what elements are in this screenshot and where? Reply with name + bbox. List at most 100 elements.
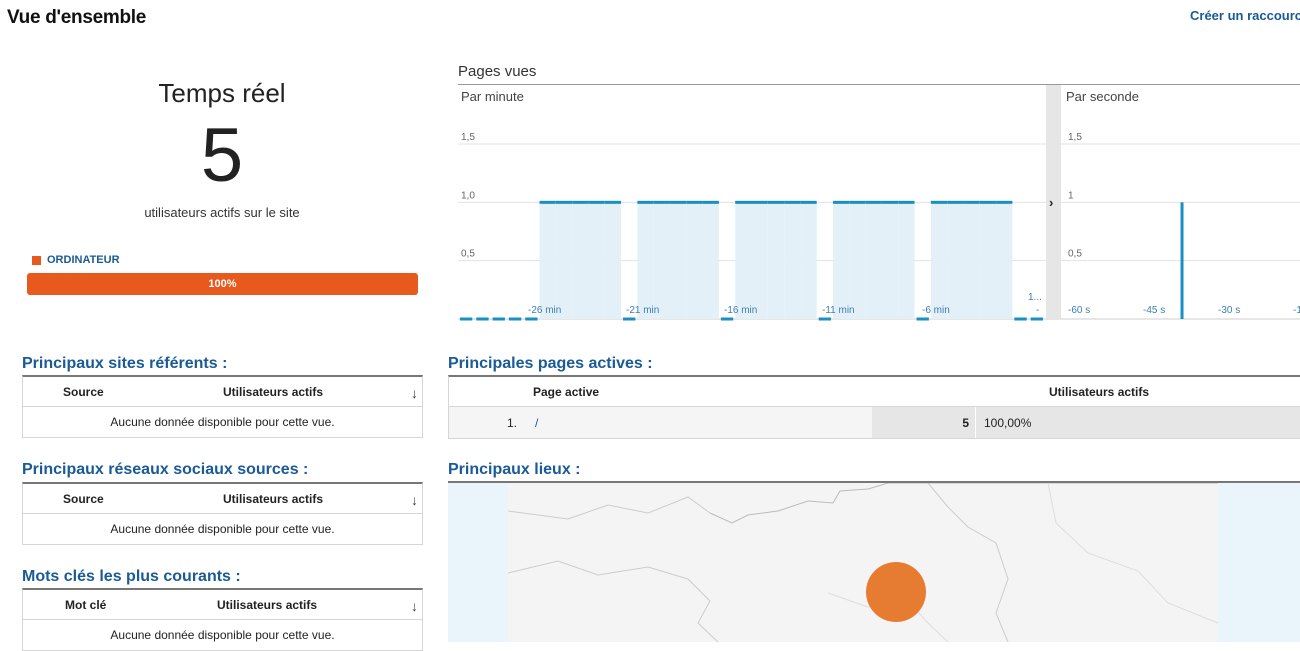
col-source[interactable]: Source [63, 385, 104, 399]
bar-fill [702, 202, 719, 319]
bar-fill [669, 202, 687, 319]
zero-bar [720, 317, 734, 321]
social-title: Principaux réseaux sociaux sources : [22, 461, 309, 478]
bar [849, 200, 866, 204]
bar [800, 200, 817, 204]
social-table: Source Utilisateurs actifs ↓ Aucune donn… [22, 482, 423, 545]
bar-fill [849, 202, 866, 319]
bar-fill [539, 202, 556, 319]
per-minute-label: Par minute [461, 89, 524, 104]
device-share-bar: 100% [27, 273, 418, 295]
expand-toggle[interactable]: › [1049, 195, 1053, 210]
x-tick-label: -60 s [1068, 305, 1090, 316]
active-pages-header: Page active Utilisateurs actifs [449, 377, 1300, 407]
chevron-right-icon: › [1049, 195, 1053, 210]
land-region [508, 483, 1218, 642]
per-second-label: Par seconde [1066, 89, 1139, 104]
active-users-caption: utilisateurs actifs sur le site [144, 205, 300, 220]
location-bubble[interactable] [866, 562, 926, 622]
cell-divider [975, 407, 976, 438]
bar [735, 200, 752, 204]
bar [767, 200, 785, 204]
legend-swatch [32, 255, 41, 265]
bar [930, 200, 948, 204]
bar-fill [572, 202, 589, 319]
map-svg [448, 483, 1300, 642]
zero-bar [916, 317, 929, 321]
pageviews-chart: Par minute 1,5 1,0 0,5 -26 min -21 min -16 m… [458, 84, 1300, 321]
col-active-users[interactable]: Utilisateurs actifs [223, 492, 323, 506]
x-tick-label: - [1036, 305, 1039, 316]
col-active-users[interactable]: Utilisateurs actifs [1049, 385, 1149, 399]
pageviews-title: Pages vues [458, 63, 537, 80]
y-tick-label: 1,5 [461, 132, 475, 143]
bar [588, 200, 605, 204]
col-active-users[interactable]: Utilisateurs actifs [223, 385, 323, 399]
page-title: Vue d'ensemble [7, 7, 146, 28]
y-tick-label: 1,5 [1068, 132, 1082, 143]
col-active-page[interactable]: Page active [533, 385, 599, 399]
referrers-title: Principaux sites référents : [22, 355, 228, 372]
zero-bar [1014, 317, 1027, 321]
sort-down-icon[interactable]: ↓ [411, 492, 418, 508]
bar [751, 200, 768, 204]
table-row: 1. / 5 100,00% [449, 407, 1300, 438]
keywords-title: Mots clés les plus courants : [22, 568, 241, 585]
row-index: 1. [507, 416, 518, 430]
bar-fill [784, 202, 801, 319]
users-count: 5 [962, 416, 969, 430]
bar-fill [604, 202, 622, 319]
col-keyword[interactable]: Mot clé [65, 598, 106, 612]
locations-map[interactable] [448, 483, 1300, 642]
zero-bar [508, 317, 522, 321]
y-tick-label: 0,5 [461, 249, 475, 260]
sort-down-icon[interactable]: ↓ [411, 598, 418, 614]
bar-fill [686, 202, 703, 319]
bar-fill [865, 202, 882, 319]
bar [881, 200, 899, 204]
keywords-header: Mot clé Utilisateurs actifs ↓ [23, 590, 422, 620]
users-cell [872, 407, 1300, 438]
bar [947, 200, 964, 204]
bar [653, 200, 670, 204]
bar [865, 200, 882, 204]
col-active-users[interactable]: Utilisateurs actifs [217, 598, 317, 612]
x-tick-label: -11 min [822, 305, 855, 316]
bar-fill [767, 202, 785, 319]
zero-bar [525, 317, 538, 321]
page-link[interactable]: / [535, 416, 538, 430]
create-shortcut-link[interactable]: Créer un raccourci [1190, 8, 1300, 23]
bar [669, 200, 687, 204]
empty-message: Aucune donnée disponible pour cette vue. [110, 415, 335, 429]
users-percent: 100,00% [984, 416, 1032, 430]
zero-bar [818, 317, 832, 321]
zero-bar [460, 317, 473, 321]
x-tick-label: -26 min [528, 305, 561, 316]
realtime-title: Temps réel [158, 78, 286, 108]
active-users-count: 5 [200, 113, 244, 198]
x-tick-label: -16 min [724, 305, 757, 316]
locations-title: Principaux lieux : [448, 461, 581, 478]
zero-bar [476, 317, 489, 321]
x-tick-label: -1 [1293, 305, 1300, 316]
referrers-header: Source Utilisateurs actifs ↓ [23, 377, 422, 407]
zero-bar [1030, 317, 1043, 321]
bar-fill [751, 202, 768, 319]
sort-down-icon[interactable]: ↓ [411, 385, 418, 401]
x-tick-label: -45 s [1143, 305, 1165, 316]
active-pages-title: Principales pages actives : [448, 355, 653, 372]
x-tick-label: -30 s [1218, 305, 1240, 316]
referrers-table: Source Utilisateurs actifs ↓ Aucune donn… [22, 375, 423, 438]
bar-fill [637, 202, 654, 319]
x-tick-label: 1... [1028, 292, 1042, 303]
bar-fill [833, 202, 850, 319]
social-header: Source Utilisateurs actifs ↓ [23, 484, 422, 514]
bar-fill [555, 202, 573, 319]
bar-fill [800, 202, 817, 319]
bar-fill [963, 202, 980, 319]
x-tick-label: -6 min [922, 305, 950, 316]
bar-fill [930, 202, 948, 319]
col-source[interactable]: Source [63, 492, 104, 506]
active-pages-table: Page active Utilisateurs actifs 1. / 5 1… [448, 375, 1300, 439]
bar [702, 200, 719, 204]
